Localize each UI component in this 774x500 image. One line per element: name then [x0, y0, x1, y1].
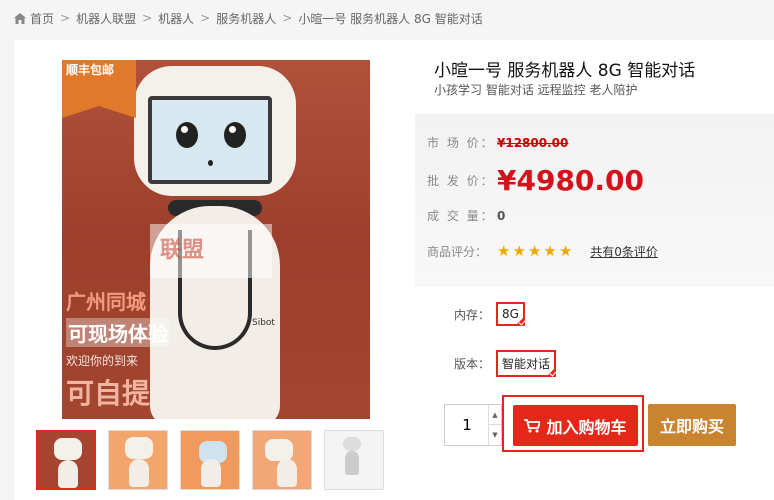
cart-icon: [524, 418, 541, 432]
thumbnail-robot-body: [345, 451, 359, 475]
robot-brand: Sibot: [252, 318, 275, 328]
thumbnail-robot-body: [58, 460, 78, 488]
version-label: 版本：: [454, 357, 491, 371]
volume-value: 0: [497, 208, 506, 223]
promo-tag-notch: [62, 106, 136, 118]
thumbnail-4[interactable]: [252, 430, 312, 490]
version-option-text: 智能对话: [502, 357, 551, 371]
promo-tag: 顺丰包邮: [62, 60, 136, 118]
selected-check-icon: [514, 316, 525, 326]
thumbnail-robot-body: [129, 459, 149, 487]
breadcrumb-current: 小暄一号 服务机器人 8G 智能对话: [298, 11, 483, 26]
price-box: 市 场 价： ¥12800.00 批 发 价： ¥4980.00 成 交 量： …: [415, 114, 774, 287]
thumbnail-robot-head: [265, 439, 293, 461]
home-icon: [14, 12, 26, 24]
breadcrumb-separator: >: [60, 11, 71, 25]
breadcrumb-separator: >: [282, 11, 293, 25]
breadcrumb-robot[interactable]: 机器人: [158, 10, 194, 27]
thumbnail-2[interactable]: [108, 430, 168, 490]
volume-label: 成 交 量：: [427, 209, 495, 223]
selected-check-icon: [546, 367, 557, 377]
watermark-text: 联盟: [160, 238, 205, 263]
market-price-row: 市 场 价： ¥12800.00: [427, 134, 568, 151]
star-icon: ★: [497, 242, 511, 260]
star-icon: ★: [543, 242, 557, 260]
wholesale-price-label: 批 发 价：: [427, 174, 495, 188]
thumbnail-1[interactable]: [36, 430, 96, 490]
thumbnail-robot-body: [277, 459, 297, 487]
quantity-increase-icon[interactable]: ▲: [488, 405, 501, 425]
thumbnail-robot-head: [343, 437, 361, 451]
breadcrumb-separator: >: [200, 11, 211, 25]
robot-screen: [148, 96, 272, 184]
version-option-dialog[interactable]: 智能对话: [496, 350, 557, 377]
robot-mouth: [208, 160, 213, 166]
star-icon: ★: [558, 242, 573, 260]
breadcrumb-robot-alliance[interactable]: 机器人联盟: [76, 10, 136, 27]
volume-row: 成 交 量： 0: [427, 207, 505, 224]
thumbnail-robot-body: [201, 459, 221, 487]
wholesale-price-value: ¥4980.00: [497, 164, 645, 197]
thumbnail-robot-head: [54, 438, 82, 460]
memory-option-8g[interactable]: 8G: [496, 302, 525, 326]
star-icon: ★: [527, 242, 542, 260]
quantity-input[interactable]: [445, 405, 489, 445]
breadcrumb-service-robot[interactable]: 服务机器人: [216, 10, 276, 27]
robot-eye-right: [224, 122, 246, 148]
thumbnail-strip: [36, 430, 384, 490]
product-title: 小暄一号 服务机器人 8G 智能对话: [434, 61, 696, 81]
quantity-stepper: ▲ ▼: [444, 404, 502, 446]
wholesale-price-row: 批 发 价： ¥4980.00: [427, 164, 644, 197]
star-icon: ★: [512, 242, 526, 260]
product-main-image[interactable]: Sibot 联盟 广州同城 可现场体验 欢迎你的到来 可自提 顺丰包邮: [62, 60, 370, 419]
overlay-text-experience: 可现场体验: [66, 318, 170, 347]
breadcrumb-home[interactable]: 首页: [30, 10, 54, 27]
overlay-text-pickup: 可自提: [66, 377, 151, 410]
add-to-cart-label: 加入购物车: [546, 417, 627, 437]
quantity-decrease-icon[interactable]: ▼: [488, 425, 501, 445]
thumbnail-5[interactable]: [324, 430, 384, 490]
thumbnail-robot-head: [125, 437, 153, 459]
buy-now-button[interactable]: 立即购买: [648, 404, 736, 446]
thumbnail-3[interactable]: [180, 430, 240, 490]
memory-option-row: 内存： 8G: [454, 302, 525, 326]
breadcrumb: 首页 > 机器人联盟 > 机器人 > 服务机器人 > 小暄一号 服务机器人 8G…: [14, 10, 483, 26]
product-subtitle: 小孩学习 智能对话 远程监控 老人陪护: [434, 83, 638, 97]
market-price-value: ¥12800.00: [497, 135, 569, 150]
rating-row: 商品评分： ★ ★ ★ ★ ★ 共有0条评价: [427, 243, 658, 260]
rating-stars: ★ ★ ★ ★ ★: [497, 244, 572, 259]
memory-label: 内存：: [454, 307, 491, 322]
breadcrumb-separator: >: [142, 11, 153, 25]
reviews-link[interactable]: 共有0条评价: [590, 243, 658, 260]
market-price-label: 市 场 价：: [427, 136, 495, 150]
version-option-row: 版本： 智能对话: [454, 350, 557, 377]
rating-label: 商品评分：: [427, 245, 488, 259]
add-to-cart-button[interactable]: 加入购物车: [513, 405, 638, 446]
overlay-text-welcome: 欢迎你的到来: [66, 354, 139, 368]
promo-tag-text: 顺丰包邮: [66, 63, 115, 77]
robot-eye-left: [176, 122, 198, 148]
overlay-text-city: 广州同城: [66, 290, 146, 314]
